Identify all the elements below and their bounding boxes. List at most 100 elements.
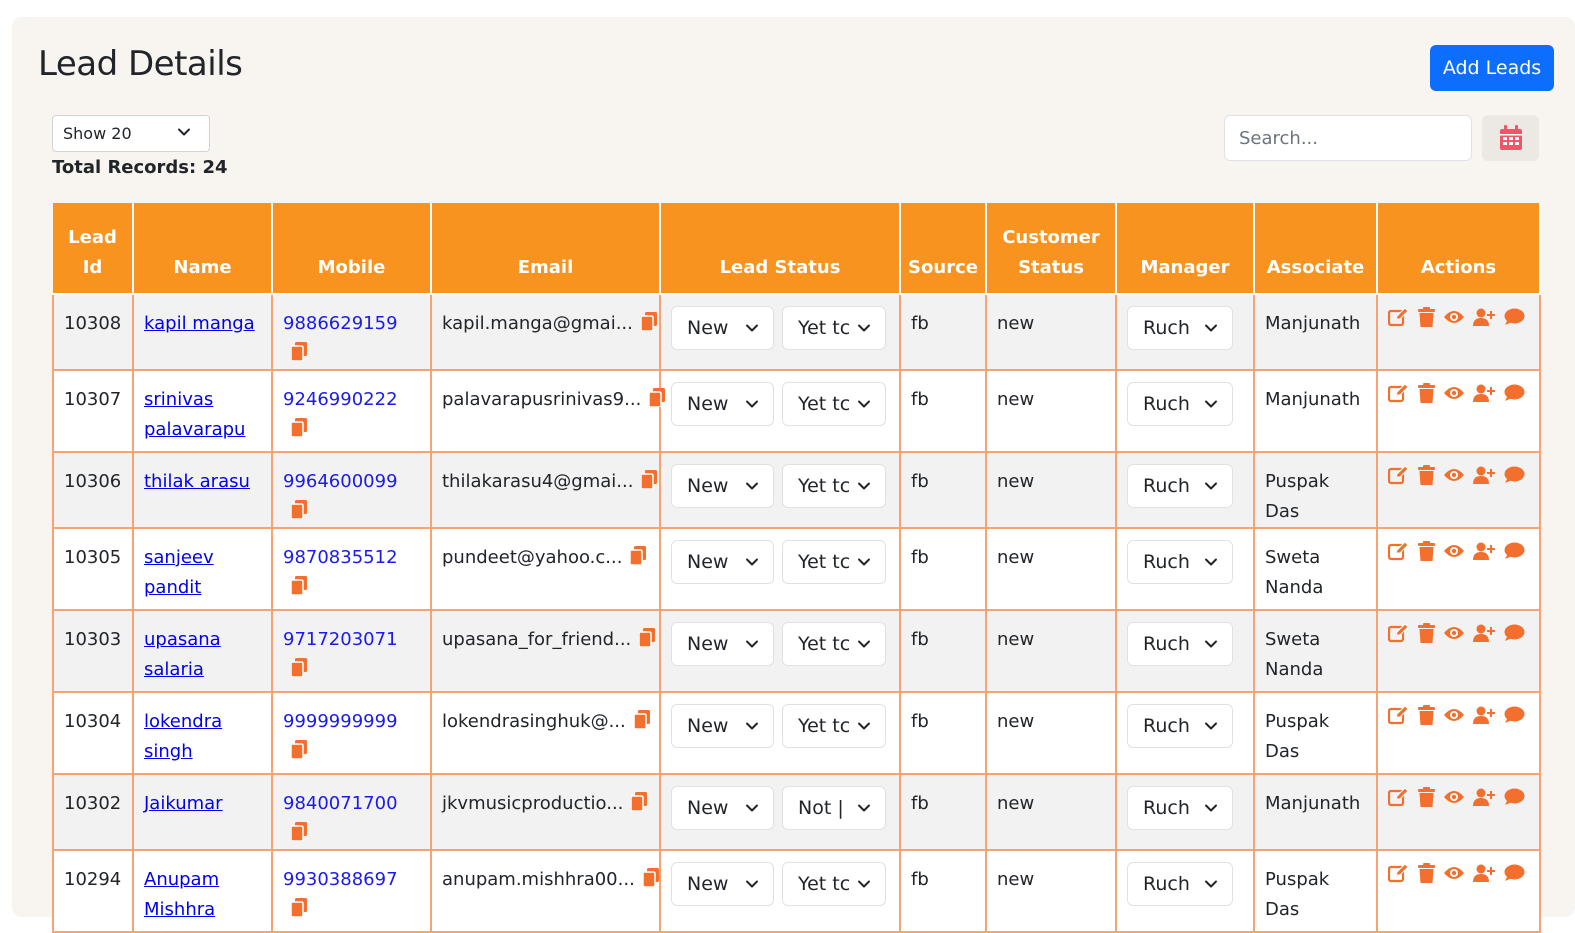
comment-icon[interactable] [1503, 308, 1525, 326]
comment-icon[interactable] [1503, 466, 1525, 484]
user-plus-icon[interactable] [1473, 624, 1495, 642]
user-plus-icon[interactable] [1473, 466, 1495, 484]
lead-name-link[interactable]: Jaikumar [144, 793, 223, 814]
trash-icon[interactable] [1418, 541, 1435, 561]
col-manager[interactable]: Manager [1115, 203, 1255, 295]
manager-select[interactable]: Ruch [1127, 704, 1233, 748]
edit-icon[interactable] [1388, 383, 1410, 403]
copy-icon[interactable] [291, 658, 307, 677]
copy-icon[interactable] [291, 898, 307, 917]
mobile-number[interactable]: 9717203071 [283, 629, 398, 650]
copy-icon[interactable] [291, 500, 307, 519]
lead-substatus-select[interactable]: Yet tc [782, 306, 886, 350]
copy-icon[interactable] [639, 628, 656, 647]
mobile-number[interactable]: 9964600099 [283, 471, 398, 492]
lead-name-link[interactable]: kapil manga [144, 313, 255, 334]
trash-icon[interactable] [1418, 383, 1435, 403]
comment-icon[interactable] [1503, 788, 1525, 806]
lead-substatus-select[interactable]: Yet tc [782, 862, 886, 906]
copy-icon[interactable] [291, 822, 307, 841]
copy-icon[interactable] [641, 470, 658, 489]
trash-icon[interactable] [1418, 623, 1435, 643]
manager-select[interactable]: Ruch [1127, 862, 1233, 906]
copy-icon[interactable] [291, 342, 307, 361]
col-email[interactable]: Email [430, 203, 661, 295]
mobile-number[interactable]: 9246990222 [283, 389, 398, 410]
eye-icon[interactable] [1443, 385, 1465, 401]
edit-icon[interactable] [1388, 623, 1410, 643]
eye-icon[interactable] [1443, 865, 1465, 881]
lead-status-select[interactable]: New [671, 306, 774, 350]
lead-status-select[interactable]: New [671, 622, 774, 666]
col-associate[interactable]: Associate [1253, 203, 1378, 295]
mobile-number[interactable]: 9840071700 [283, 793, 398, 814]
lead-status-select[interactable]: New [671, 704, 774, 748]
manager-select[interactable]: Ruch [1127, 306, 1233, 350]
lead-substatus-select[interactable]: Yet tc [782, 540, 886, 584]
lead-substatus-select[interactable]: Not | [782, 786, 886, 830]
lead-name-link[interactable]: srinivas palavarapu [144, 389, 245, 440]
eye-icon[interactable] [1443, 543, 1465, 559]
edit-icon[interactable] [1388, 705, 1410, 725]
mobile-number[interactable]: 9930388697 [283, 869, 398, 890]
lead-name-link[interactable]: thilak arasu [144, 471, 250, 492]
copy-icon[interactable] [631, 792, 648, 811]
trash-icon[interactable] [1418, 705, 1435, 725]
mobile-number[interactable]: 9999999999 [283, 711, 398, 732]
edit-icon[interactable] [1388, 787, 1410, 807]
lead-substatus-select[interactable]: Yet tc [782, 622, 886, 666]
col-source[interactable]: Source [899, 203, 987, 295]
show-entries-select[interactable]: Show 20 [52, 115, 210, 152]
trash-icon[interactable] [1418, 863, 1435, 883]
user-plus-icon[interactable] [1473, 384, 1495, 402]
col-customer-status[interactable]: Customer Status [985, 203, 1117, 295]
col-lead-id[interactable]: Lead Id [53, 203, 134, 295]
manager-select[interactable]: Ruch [1127, 622, 1233, 666]
col-mobile[interactable]: Mobile [271, 203, 432, 295]
copy-icon[interactable] [640, 312, 657, 331]
copy-icon[interactable] [291, 740, 307, 759]
col-name[interactable]: Name [132, 203, 273, 295]
edit-icon[interactable] [1388, 863, 1410, 883]
manager-select[interactable]: Ruch [1127, 540, 1233, 584]
eye-icon[interactable] [1443, 789, 1465, 805]
trash-icon[interactable] [1418, 787, 1435, 807]
copy-icon[interactable] [291, 576, 307, 595]
copy-icon[interactable] [291, 418, 307, 437]
edit-icon[interactable] [1388, 541, 1410, 561]
search-input[interactable] [1224, 115, 1472, 161]
add-leads-button[interactable]: Add Leads [1430, 45, 1554, 91]
lead-status-select[interactable]: New [671, 382, 774, 426]
mobile-number[interactable]: 9886629159 [283, 313, 398, 334]
comment-icon[interactable] [1503, 542, 1525, 560]
lead-name-link[interactable]: upasana salaria [144, 629, 221, 680]
user-plus-icon[interactable] [1473, 864, 1495, 882]
eye-icon[interactable] [1443, 625, 1465, 641]
manager-select[interactable]: Ruch [1127, 382, 1233, 426]
lead-name-link[interactable]: Anupam Mishhra [144, 869, 219, 920]
lead-status-select[interactable]: New [671, 862, 774, 906]
mobile-number[interactable]: 9870835512 [283, 547, 398, 568]
calendar-button[interactable] [1482, 115, 1539, 161]
user-plus-icon[interactable] [1473, 308, 1495, 326]
copy-icon[interactable] [649, 388, 666, 407]
lead-substatus-select[interactable]: Yet tc [782, 382, 886, 426]
copy-icon[interactable] [633, 710, 650, 729]
trash-icon[interactable] [1418, 307, 1435, 327]
copy-icon[interactable] [642, 868, 659, 887]
edit-icon[interactable] [1388, 465, 1410, 485]
copy-icon[interactable] [630, 546, 647, 565]
lead-substatus-select[interactable]: Yet tc [782, 464, 886, 508]
comment-icon[interactable] [1503, 384, 1525, 402]
lead-status-select[interactable]: New [671, 464, 774, 508]
lead-substatus-select[interactable]: Yet tc [782, 704, 886, 748]
edit-icon[interactable] [1388, 307, 1410, 327]
manager-select[interactable]: Ruch [1127, 786, 1233, 830]
comment-icon[interactable] [1503, 864, 1525, 882]
col-lead-status[interactable]: Lead Status [659, 203, 901, 295]
user-plus-icon[interactable] [1473, 542, 1495, 560]
eye-icon[interactable] [1443, 707, 1465, 723]
comment-icon[interactable] [1503, 706, 1525, 724]
user-plus-icon[interactable] [1473, 788, 1495, 806]
comment-icon[interactable] [1503, 624, 1525, 642]
